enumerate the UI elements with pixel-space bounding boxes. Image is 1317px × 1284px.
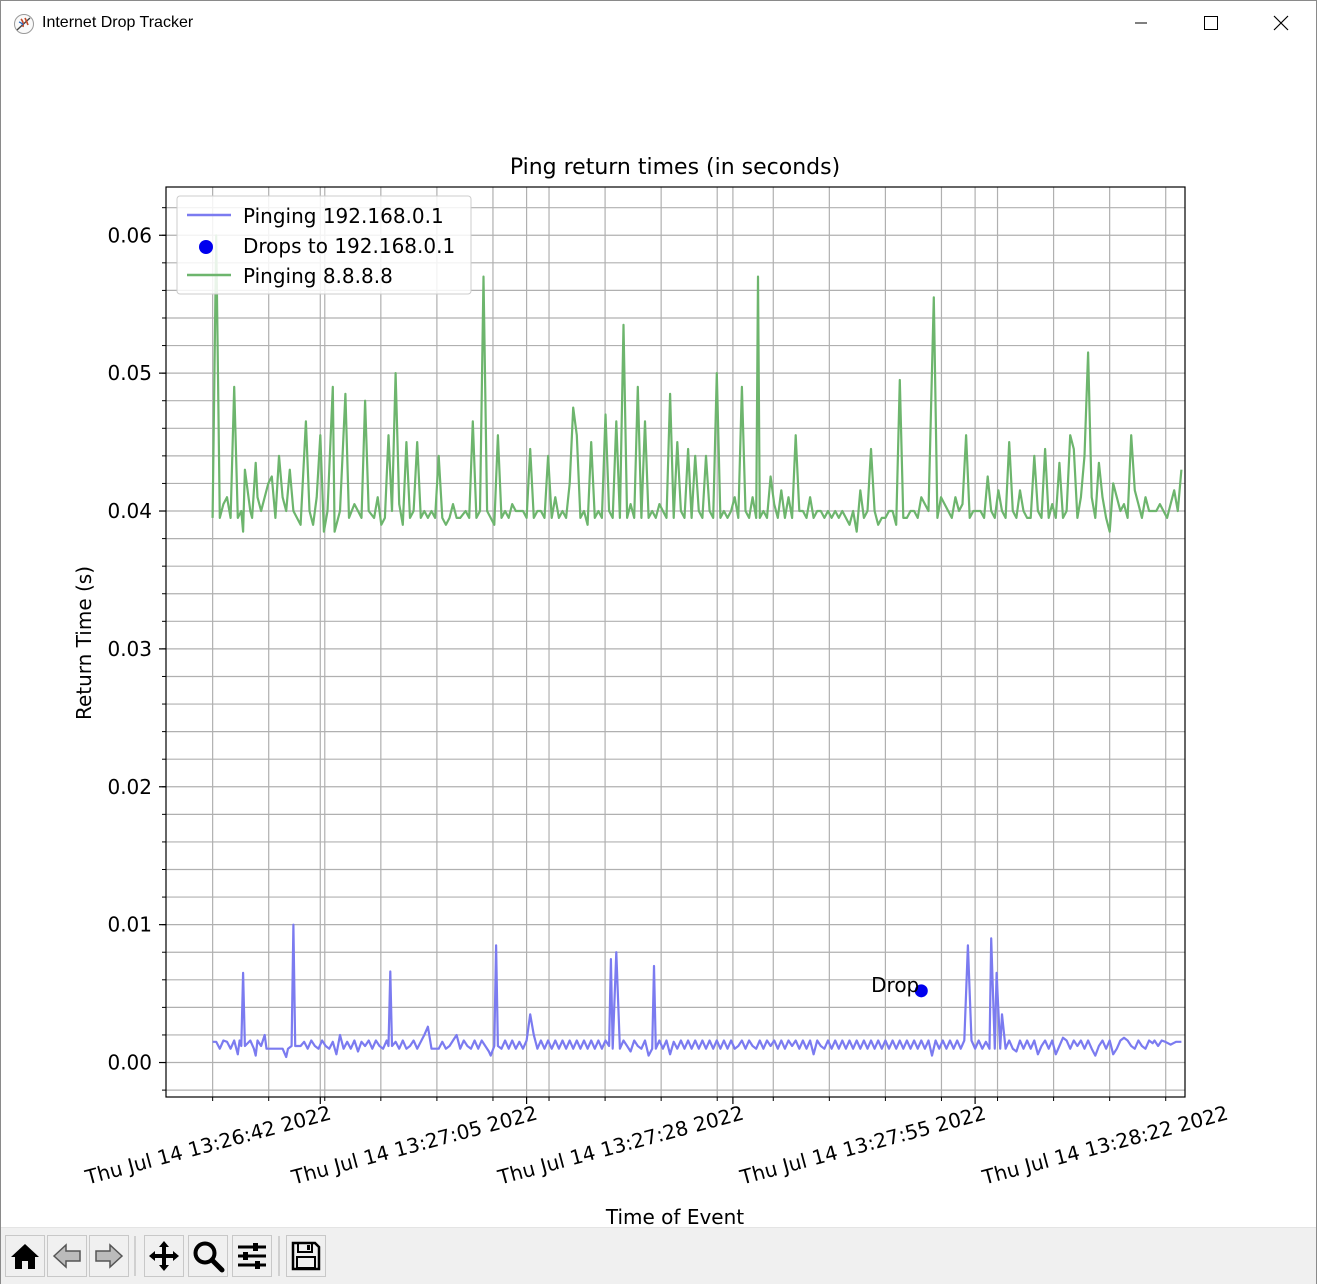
x-tick-label: Thu Jul 14 13:28:22 2022 xyxy=(979,1101,1231,1190)
chart-title: Ping return times (in seconds) xyxy=(510,155,840,180)
zoom-icon xyxy=(193,1241,225,1273)
forward-icon xyxy=(95,1243,124,1269)
navigation-toolbar xyxy=(1,1227,1316,1284)
y-tick-label: 0.01 xyxy=(107,913,152,937)
y-axis: 0.00 0.01 0.02 0.03 0.04 0.05 0.06 xyxy=(107,207,166,1091)
ping-chart: 0.00 0.01 0.02 0.03 0.04 0.05 0.06 Thu Jul 14 … xyxy=(72,155,1231,1227)
legend-label-google: Pinging 8.8.8.8 xyxy=(243,264,393,288)
y-tick-label: 0.00 xyxy=(107,1051,152,1075)
y-tick-label: 0.06 xyxy=(107,223,152,247)
feather-icon xyxy=(14,14,34,34)
close-icon xyxy=(1273,15,1289,31)
maximize-icon xyxy=(1204,16,1218,30)
y-tick-label: 0.04 xyxy=(107,499,152,523)
back-icon xyxy=(52,1243,81,1269)
minimize-button[interactable] xyxy=(1106,1,1176,45)
plot-background xyxy=(166,187,1185,1097)
y-axis-label: Return Time (s) xyxy=(72,566,96,720)
drop-annotation-label: Drop xyxy=(871,973,919,997)
pan-button[interactable] xyxy=(144,1235,184,1277)
configure-subplots-button[interactable] xyxy=(232,1235,272,1277)
forward-button[interactable] xyxy=(89,1235,129,1277)
pan-icon xyxy=(149,1241,179,1271)
window-title: Internet Drop Tracker xyxy=(42,14,194,31)
toolbar-separator xyxy=(278,1236,280,1276)
save-icon xyxy=(291,1241,321,1271)
app-window: Internet Drop Tracker 0.00 0.01 0.02 0.03 0.… xyxy=(0,0,1317,1284)
legend-label-drops: Drops to 192.168.0.1 xyxy=(243,234,455,258)
minimize-icon xyxy=(1135,22,1147,24)
grid-layer xyxy=(166,187,1185,1097)
legend-label-router: Pinging 192.168.0.1 xyxy=(243,204,444,228)
title-bar: Internet Drop Tracker xyxy=(1,1,1316,45)
y-tick-label: 0.03 xyxy=(107,637,152,661)
configure-subplots-icon xyxy=(238,1243,266,1269)
y-tick-label: 0.05 xyxy=(107,361,152,385)
x-axis: Thu Jul 14 13:26:42 2022Thu Jul 14 13:27… xyxy=(82,1097,1231,1190)
zoom-button[interactable] xyxy=(188,1235,228,1277)
x-axis-label: Time of Event xyxy=(605,1205,744,1227)
close-button[interactable] xyxy=(1246,1,1316,45)
toolbar-separator xyxy=(134,1236,136,1276)
back-button[interactable] xyxy=(47,1235,87,1277)
save-button[interactable] xyxy=(286,1235,326,1277)
home-icon xyxy=(11,1244,39,1269)
legend: Pinging 192.168.0.1 Drops to 192.168.0.1… xyxy=(176,195,472,295)
y-tick-label: 0.02 xyxy=(107,775,152,799)
maximize-button[interactable] xyxy=(1176,1,1246,45)
home-button[interactable] xyxy=(5,1235,45,1277)
x-tick-label: Thu Jul 14 13:27:55 2022 xyxy=(737,1101,989,1190)
legend-swatch-drops xyxy=(199,240,213,254)
